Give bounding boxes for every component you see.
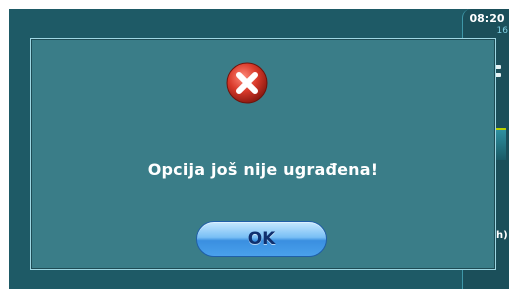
dialog-message: Opcija još nije ugrađena! xyxy=(147,160,379,179)
side-label: h) xyxy=(496,230,508,241)
error-x-icon xyxy=(226,62,268,104)
ok-button-label: OK xyxy=(247,229,276,249)
date-label: 16 xyxy=(496,26,508,36)
ok-button[interactable]: OK xyxy=(196,221,327,257)
